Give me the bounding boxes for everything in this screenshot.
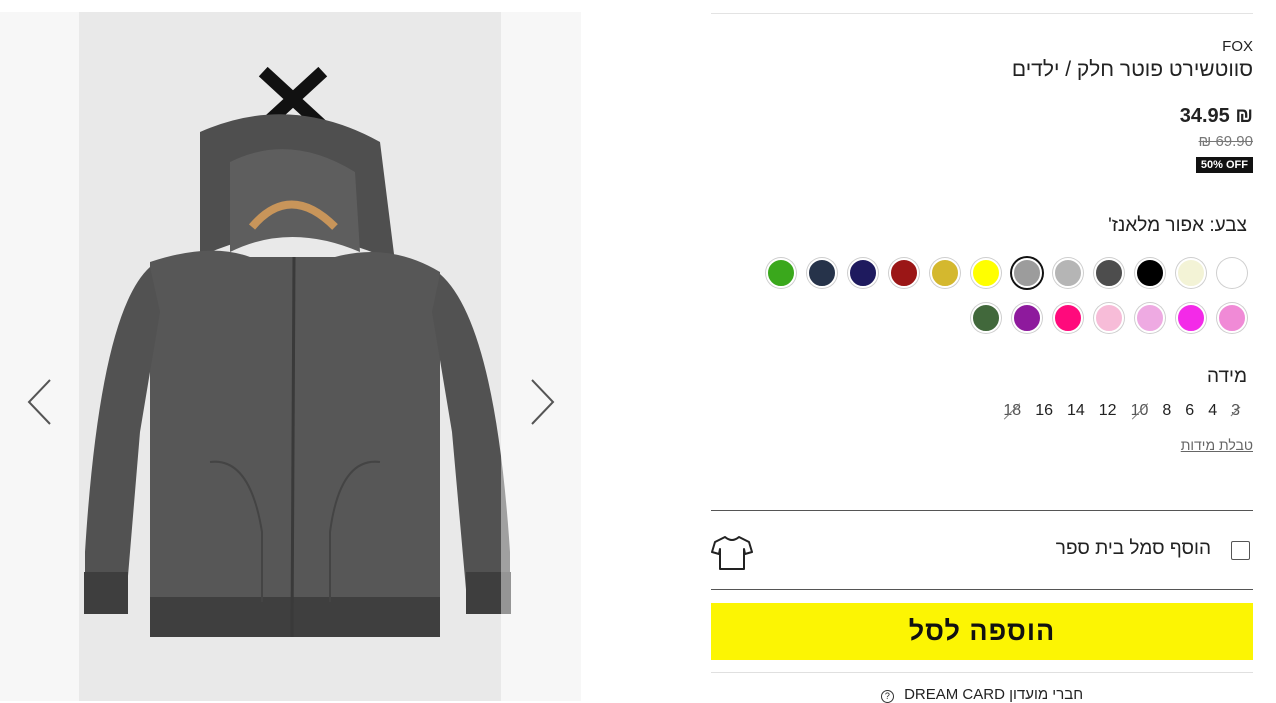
- size-option[interactable]: 18: [996, 402, 1028, 420]
- color-swatch-forest-green[interactable]: [971, 303, 1001, 333]
- divider: [711, 510, 1253, 511]
- selected-color-name: אפור מלאנז': [1108, 215, 1205, 236]
- color-swatch-hot-pink[interactable]: [1053, 303, 1083, 333]
- size-option[interactable]: 14: [1060, 402, 1092, 420]
- help-icon[interactable]: ?: [880, 690, 894, 703]
- color-swatch-dark-slate[interactable]: [807, 258, 837, 288]
- color-swatch-yellow[interactable]: [971, 258, 1001, 288]
- school-logo-addon: הוסף סמל בית ספר: [711, 527, 1253, 575]
- color-swatch-pink[interactable]: [1217, 303, 1247, 333]
- color-swatch-dark-grey[interactable]: [1094, 258, 1124, 288]
- size-option[interactable]: 6: [1178, 402, 1201, 420]
- color-swatch-navy[interactable]: [848, 258, 878, 288]
- color-swatch-white[interactable]: [1217, 258, 1247, 288]
- divider: [711, 589, 1253, 590]
- gallery-right-fade: [501, 12, 581, 701]
- school-logo-checkbox[interactable]: [1231, 541, 1250, 560]
- current-price: 34.95 ₪: [1179, 105, 1253, 127]
- product-image-hoodie: [84, 66, 511, 638]
- color-swatch-black[interactable]: [1135, 258, 1165, 288]
- discount-badge: 50% OFF: [1195, 157, 1253, 173]
- tshirt-icon: [711, 536, 753, 570]
- club-members-text: חברי מועדון DREAM CARD: [904, 686, 1084, 703]
- size-option[interactable]: 12: [1092, 402, 1124, 420]
- size-option[interactable]: 10: [1124, 402, 1156, 420]
- color-swatch-purple[interactable]: [1012, 303, 1042, 333]
- school-logo-label: הוסף סמל בית ספר: [1055, 538, 1211, 559]
- color-swatch-grey-melange[interactable]: [1012, 258, 1042, 288]
- size-option[interactable]: 8: [1155, 402, 1178, 420]
- size-option[interactable]: 16: [1028, 402, 1060, 420]
- product-image-gallery: [0, 12, 581, 701]
- brand-name[interactable]: FOX: [1222, 38, 1253, 55]
- chevron-right-icon: [531, 379, 555, 425]
- size-option[interactable]: 3: [1224, 402, 1247, 420]
- color-selection-label: צבע: אפור מלאנז': [1108, 215, 1247, 237]
- color-swatch-baby-pink[interactable]: [1094, 303, 1124, 333]
- color-swatch-cream[interactable]: [1176, 258, 1206, 288]
- color-swatch-light-grey[interactable]: [1053, 258, 1083, 288]
- club-members-note: חברי מועדון DREAM CARD ?: [711, 686, 1253, 703]
- size-option[interactable]: 4: [1201, 402, 1224, 420]
- product-title: סווטשירט פוטר חלק / ילדים: [1011, 58, 1253, 81]
- color-swatch-dark-red[interactable]: [889, 258, 919, 288]
- size-chart-link[interactable]: טבלת מידות: [1181, 437, 1253, 453]
- divider: [711, 672, 1253, 673]
- chevron-left-icon: [27, 379, 51, 425]
- gallery-prev-button[interactable]: [26, 378, 56, 426]
- divider: [711, 13, 1253, 14]
- gallery-left-fade: [0, 12, 79, 701]
- color-label: צבע:: [1209, 215, 1247, 236]
- add-to-cart-button[interactable]: הוספה לסל: [711, 603, 1253, 660]
- size-options: 3 4 6 8 10 12 14 16 18: [996, 402, 1247, 420]
- product-details-panel: FOX סווטשירט פוטר חלק / ילדים 34.95 ₪ ₪ …: [711, 0, 1253, 703]
- color-swatch-lavender-pink[interactable]: [1135, 303, 1165, 333]
- original-price: ₪ 69.90: [1198, 133, 1253, 150]
- color-swatch-mustard[interactable]: [930, 258, 960, 288]
- gallery-next-button[interactable]: [526, 378, 556, 426]
- color-swatch-magenta[interactable]: [1176, 303, 1206, 333]
- color-swatch-green[interactable]: [766, 258, 796, 288]
- size-label: מידה: [1207, 366, 1247, 387]
